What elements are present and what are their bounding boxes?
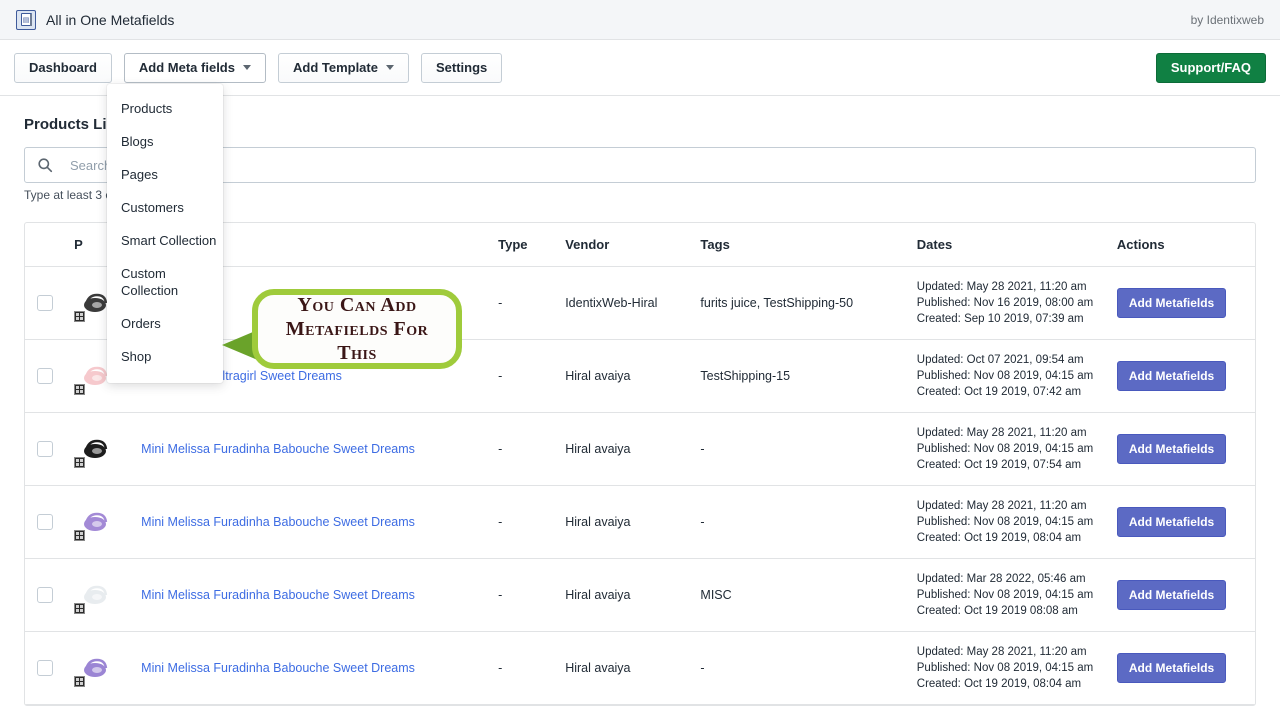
chevron-down-icon <box>242 65 251 70</box>
product-vendor: Hiral avaiya <box>565 369 631 383</box>
search-icon <box>37 157 53 173</box>
header-dates: Dates <box>908 223 1109 267</box>
add-metafields-button[interactable]: Add Metafields <box>1116 580 1227 610</box>
broken-image-icon <box>74 311 86 322</box>
add-metafields-button[interactable]: Add Metafields <box>1116 653 1227 683</box>
dashboard-button[interactable]: Dashboard <box>14 52 112 83</box>
add-metafields-button[interactable]: Add Metafields <box>1116 507 1227 537</box>
dropdown-item-blogs[interactable]: Blogs <box>107 125 223 158</box>
header-select-all <box>25 223 67 267</box>
row-select-checkbox[interactable] <box>37 295 53 311</box>
date-updated: Updated: May 28 2021, 11:20 am <box>916 281 1087 293</box>
table-row: Mini Melissa Furadinha Babouche Sweet Dr… <box>25 631 1255 705</box>
table-row: Mini Melissa Furadinha Babouche Sweet Dr… <box>25 485 1255 559</box>
broken-image-icon <box>74 384 86 395</box>
broken-image-icon <box>74 603 86 614</box>
product-vendor: Hiral avaiya <box>565 661 631 675</box>
add-meta-fields-label: Add Meta fields <box>138 60 235 75</box>
date-created: Created: Oct 19 2019, 07:42 am <box>916 386 1082 398</box>
product-tags: - <box>700 661 705 675</box>
product-vendor: IdentixWeb-Hiral <box>565 296 658 310</box>
dropdown-item-smart-collection[interactable]: Smart Collection <box>107 224 223 257</box>
table-row: Mini Melissa Furadinha Babouche Sweet Dr… <box>25 412 1255 486</box>
row-select-checkbox[interactable] <box>37 441 53 457</box>
date-published: Published: Nov 08 2019, 04:15 am <box>916 516 1094 528</box>
app-title: All in One Metafields <box>46 11 175 28</box>
product-tags: TestShipping-15 <box>700 369 791 383</box>
header-actions: Actions <box>1108 223 1255 267</box>
app-top-bar: ▤ All in One Metafields by Identixweb <box>0 0 1280 40</box>
product-thumbnail <box>74 649 112 687</box>
product-type: - <box>498 296 503 310</box>
product-type: - <box>498 369 503 383</box>
date-updated: Updated: May 28 2021, 11:20 am <box>916 500 1087 512</box>
date-created: Created: Oct 19 2019, 07:54 am <box>916 459 1082 471</box>
clipboard-pencil-icon: ▤ <box>16 9 36 30</box>
add-metafields-button[interactable]: Add Metafields <box>1116 434 1227 464</box>
row-select-checkbox[interactable] <box>37 514 53 530</box>
product-vendor: Hiral avaiya <box>565 515 631 529</box>
add-metafields-button[interactable]: Add Metafields <box>1116 288 1227 318</box>
product-vendor: Hiral avaiya <box>565 588 631 602</box>
dropdown-item-customers[interactable]: Customers <box>107 191 223 224</box>
date-published: Published: Nov 08 2019, 04:15 am <box>916 662 1094 674</box>
support-faq-button[interactable]: Support/FAQ <box>1155 52 1266 83</box>
app-byline: by Identixweb <box>1190 12 1264 27</box>
product-type: - <box>498 442 503 456</box>
add-template-label: Add Template <box>292 60 378 75</box>
header-vendor: Vendor <box>557 223 693 267</box>
dropdown-item-shop[interactable]: Shop <box>107 340 223 373</box>
header-tags: Tags <box>692 223 909 267</box>
product-type: - <box>498 588 503 602</box>
product-tags: MISC <box>700 588 732 602</box>
add-meta-fields-button[interactable]: Add Meta fields <box>123 52 266 83</box>
settings-button[interactable]: Settings <box>420 52 503 83</box>
product-thumbnail <box>74 430 112 468</box>
add-meta-fields-dropdown: Products Blogs Pages Customers Smart Collect… <box>107 84 223 383</box>
add-template-button[interactable]: Add Template <box>277 52 409 83</box>
row-select-checkbox[interactable] <box>37 368 53 384</box>
chevron-down-icon <box>385 65 394 70</box>
date-published: Published: Nov 08 2019, 04:15 am <box>916 370 1094 382</box>
add-metafields-button[interactable]: Add Metafields <box>1116 361 1227 391</box>
broken-image-icon <box>74 530 86 541</box>
row-select-checkbox[interactable] <box>37 660 53 676</box>
date-created: Created: Oct 19 2019 08:08 am <box>916 605 1078 617</box>
product-tags: furits juice, TestShipping-50 <box>700 296 854 310</box>
date-published: Published: Nov 16 2019, 08:00 am <box>916 297 1094 309</box>
date-updated: Updated: May 28 2021, 11:20 am <box>916 427 1087 439</box>
product-tags: - <box>700 442 705 456</box>
date-updated: Updated: Mar 28 2022, 05:46 am <box>916 573 1086 585</box>
dropdown-item-products[interactable]: Products <box>107 92 223 125</box>
date-updated: Updated: Oct 07 2021, 09:54 am <box>916 354 1084 366</box>
dropdown-item-pages[interactable]: Pages <box>107 158 223 191</box>
product-thumbnail <box>74 503 112 541</box>
date-updated: Updated: May 28 2021, 11:20 am <box>916 646 1087 658</box>
header-type: Type <box>490 223 558 267</box>
row-select-checkbox[interactable] <box>37 587 53 603</box>
product-title-link[interactable]: Mini Melissa Furadinha Babouche Sweet Dr… <box>141 661 415 675</box>
product-thumbnail <box>74 576 112 614</box>
date-published: Published: Nov 08 2019, 04:15 am <box>916 589 1094 601</box>
date-created: Created: Oct 19 2019, 08:04 am <box>916 678 1082 690</box>
product-title-link[interactable]: Mini Melissa Furadinha Babouche Sweet Dr… <box>141 588 415 602</box>
product-vendor: Hiral avaiya <box>565 442 631 456</box>
product-title-link[interactable]: Mini Melissa Furadinha Babouche Sweet Dr… <box>141 442 415 456</box>
product-tags: - <box>700 515 705 529</box>
table-row: Mini Melissa Furadinha Babouche Sweet Dr… <box>25 558 1255 632</box>
product-title-link[interactable]: Mini Melissa Furadinha Babouche Sweet Dr… <box>141 515 415 529</box>
dropdown-item-orders[interactable]: Orders <box>107 307 223 340</box>
dropdown-item-custom-collection[interactable]: Custom Collection <box>107 257 223 307</box>
product-type: - <box>498 661 503 675</box>
broken-image-icon <box>74 457 86 468</box>
date-created: Created: Oct 19 2019, 08:04 am <box>916 532 1082 544</box>
product-type: - <box>498 515 503 529</box>
date-created: Created: Sep 10 2019, 07:39 am <box>916 313 1084 325</box>
search-input[interactable] <box>70 157 1243 173</box>
date-published: Published: Nov 08 2019, 04:15 am <box>916 443 1094 455</box>
broken-image-icon <box>74 676 86 687</box>
